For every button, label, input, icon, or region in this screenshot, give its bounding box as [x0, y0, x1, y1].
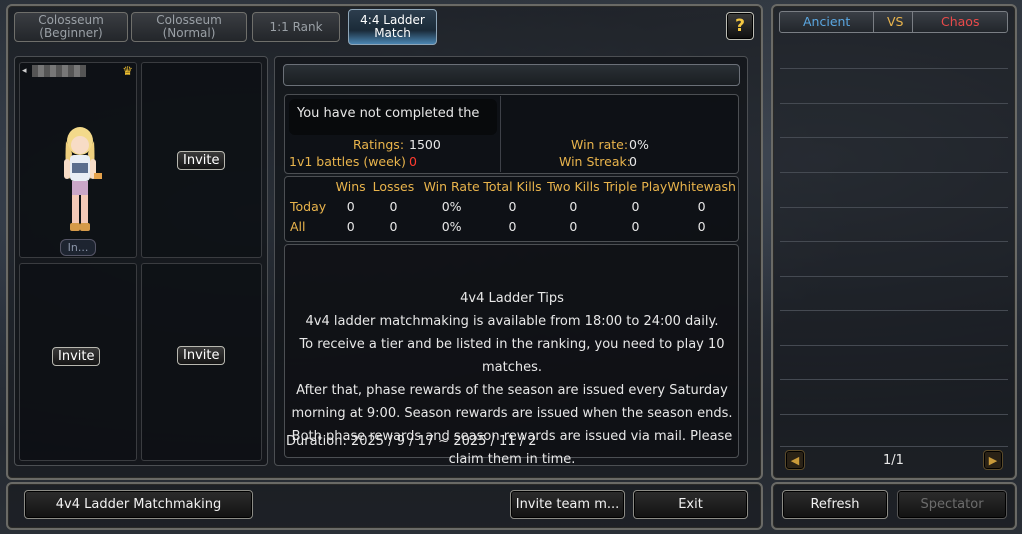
ladder-matchmaking-button[interactable]: 4v4 Ladder Matchmaking [24, 490, 253, 519]
stats-cell: 0 [389, 218, 398, 234]
tab-label: Colosseum (Beginner) [38, 13, 104, 40]
header-divider [912, 12, 913, 32]
character-avatar [64, 127, 102, 231]
stats-cell: 0 [697, 218, 706, 234]
stats-header-row: Wins Losses Win Rate Total Kills Two Kil… [286, 176, 736, 196]
list-row-divider [780, 446, 1008, 447]
help-button[interactable]: ? [726, 12, 754, 40]
chevron-right-icon: ▶ [988, 453, 998, 467]
list-row-divider [780, 68, 1008, 69]
header-divider [873, 12, 874, 32]
tab-1v1-rank[interactable]: 1:1 Rank [252, 12, 340, 42]
search-bar[interactable] [283, 64, 740, 86]
invite-button-slot-3[interactable]: Invite [52, 347, 101, 366]
list-row-divider [780, 310, 1008, 311]
tab-colosseum-normal[interactable]: Colosseum (Normal) [131, 12, 247, 42]
tips-line: matches. [481, 360, 543, 375]
tips-title: 4v4 Ladder Tips [460, 291, 564, 306]
tips-line: After that, phase rewards of the season … [296, 383, 728, 398]
list-row-divider [780, 207, 1008, 208]
season-duration: Duration: 2025 / 9 / 17 ~ 2025 / 11 / 2 [286, 434, 537, 449]
stats-cell: 0 [569, 198, 578, 214]
stats-cell: 0% [441, 218, 462, 234]
stats-cell: 0% [441, 198, 462, 214]
exit-button[interactable]: Exit [633, 490, 748, 519]
stats-header: Wins [335, 178, 366, 194]
stats-table: Wins Losses Win Rate Total Kills Two Kil… [286, 176, 736, 236]
tab-label: 4:4 Ladder Match [360, 13, 425, 40]
tips-line: To receive a tier and be listed in the r… [299, 337, 725, 352]
stats-cell: 0 [631, 218, 640, 234]
tips-line: morning at 9:00. Season rewards are issu… [291, 406, 733, 421]
chevron-left-icon: ◀ [790, 453, 800, 467]
help-icon: ? [735, 16, 745, 36]
winrate-label: Win rate: [571, 137, 629, 152]
battles-value: 0 [409, 154, 417, 169]
stats-header [286, 176, 336, 196]
stats-cell: 0 [508, 198, 517, 214]
ratings-label: Ratings: [353, 137, 405, 152]
winstreak-label: Win Streak: [559, 154, 631, 169]
refresh-button[interactable]: Refresh [782, 490, 888, 519]
invite-button-slot-4[interactable]: Invite [177, 346, 226, 365]
stats-cell: 0 [346, 198, 355, 214]
winrate-value: 0% [629, 137, 649, 152]
leader-name [32, 65, 86, 77]
stats-cell: 0 [389, 198, 398, 214]
list-row-divider [780, 379, 1008, 380]
tips-line: claim them in time. [448, 452, 576, 467]
invite-button-slot-2[interactable]: Invite [177, 151, 226, 170]
speaker-icon: ◂ [22, 66, 27, 76]
stats-cell: 0 [697, 198, 706, 214]
stats-row-label: Today [290, 198, 327, 214]
list-row-divider [780, 137, 1008, 138]
ancient-label: Ancient [803, 14, 851, 29]
stats-header: Two Kills [547, 178, 600, 194]
next-page-button[interactable]: ▶ [983, 450, 1003, 470]
stats-cell: 0 [508, 218, 517, 234]
tab-4v4-ladder-match[interactable]: 4:4 Ladder Match [348, 9, 437, 45]
list-row-divider [780, 414, 1008, 415]
chaos-label: Chaos [941, 14, 980, 29]
ratings-value: 1500 [409, 137, 441, 152]
page-indicator: 1/1 [883, 453, 904, 468]
stats-row-label: All [290, 218, 306, 234]
invite-team-button[interactable]: Invite team m... [510, 490, 625, 519]
prev-page-button[interactable]: ◀ [785, 450, 805, 470]
battles-label: 1v1 battles (week) [289, 154, 406, 169]
table-row: All 0 0 0% 0 0 0 0 [286, 216, 736, 236]
tab-label: Colosseum (Normal) [156, 13, 222, 40]
tab-colosseum-beginner[interactable]: Colosseum (Beginner) [14, 12, 128, 42]
tab-label: 1:1 Rank [269, 19, 323, 34]
stats-header: Whitewash [667, 178, 736, 194]
list-row-divider [780, 241, 1008, 242]
tips-line: 4v4 ladder matchmaking is available from… [305, 314, 719, 329]
list-row-divider [780, 276, 1008, 277]
table-row: Today 0 0 0% 0 0 0 0 [286, 196, 736, 216]
stats-header: Total Kills [483, 178, 542, 194]
profile-divider [500, 96, 501, 172]
stats-cell: 0 [346, 218, 355, 234]
winstreak-value: 0 [629, 154, 637, 169]
party-slot-1: ◂ ♛ In... [19, 62, 137, 258]
stats-cell: 0 [631, 198, 640, 214]
spectator-button[interactable]: Spectator [897, 490, 1007, 519]
stats-header: Losses [372, 178, 415, 194]
crown-icon: ♛ [122, 64, 133, 78]
match-list-window [771, 4, 1017, 480]
list-row-divider [780, 172, 1008, 173]
stats-cell: 0 [569, 218, 578, 234]
completion-notice: You have not completed the [289, 99, 497, 135]
leader-status: In... [60, 239, 96, 256]
list-row-divider [780, 345, 1008, 346]
stats-header: Triple Play [603, 178, 668, 194]
stats-header: Win Rate [423, 178, 480, 194]
list-row-divider [780, 103, 1008, 104]
vs-label: VS [887, 14, 904, 29]
